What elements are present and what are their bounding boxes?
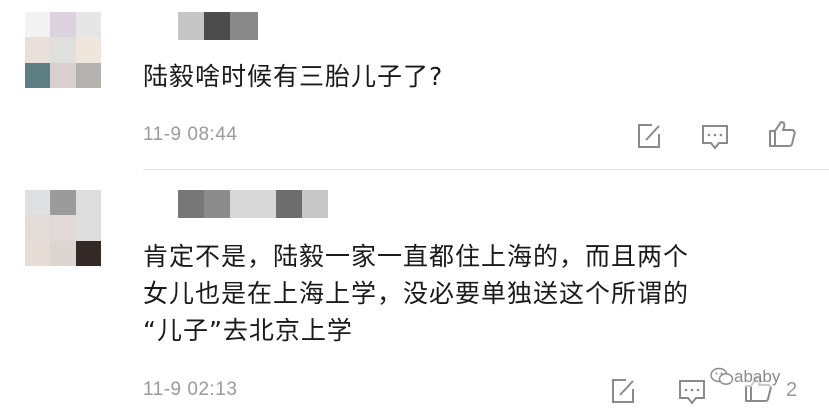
avatar-pixel [25,215,51,241]
reply-icon[interactable] [676,375,708,407]
like-icon[interactable] [766,118,798,150]
comment-timestamp: 11-9 02:13 [143,379,238,400]
avatar-pixel [50,190,76,216]
wechat-logo-icon [710,367,734,385]
avatar-pixel [25,37,51,63]
avatar-pixel [75,12,101,38]
reply-icon[interactable] [699,120,731,152]
username-blurred[interactable] [178,12,258,40]
avatar-pixel [50,215,76,241]
username-pixel [230,12,258,40]
avatar-pixel [75,240,101,266]
username-pixel [276,190,302,218]
avatar-pixel [75,37,101,63]
comment-item: 肯定不是，陆毅一家一直都住上海的，而且两个 女儿也是在上海上学，没必要单独送这个… [0,170,829,419]
avatar-pixel [50,240,76,266]
avatar-pixel [25,190,51,216]
avatar-pixel [50,62,76,88]
username-pixel [178,190,204,218]
comment-timestamp: 11-9 08:44 [143,124,238,145]
username-blurred[interactable] [178,190,328,218]
avatar-pixel [75,215,101,241]
username-pixel [230,190,276,218]
username-pixel [204,12,230,40]
comment-item: 陆毅啥时候有三胎儿子了? 11-9 08:44 [0,0,829,170]
edit-icon[interactable] [607,375,639,407]
avatar-pixel [25,240,51,266]
avatar-pixel [50,12,76,38]
username-pixel [302,190,328,218]
avatar-pixel [25,62,51,88]
comment-text: 肯定不是，陆毅一家一直都住上海的，而且两个 女儿也是在上海上学，没必要单独送这个… [143,242,690,345]
username-pixel [178,12,204,40]
watermark: ababy [706,367,785,387]
avatar-pixel [75,62,101,88]
edit-icon[interactable] [633,120,665,152]
avatar[interactable] [25,190,101,266]
avatar-pixel [75,190,101,216]
avatar-pixel [25,12,51,38]
like-count: 2 [786,379,798,401]
comment-text: 陆毅啥时候有三胎儿子了? [143,62,444,91]
avatar[interactable] [25,12,101,88]
avatar-pixel [50,37,76,63]
watermark-text: ababy [734,367,781,386]
username-pixel [204,190,230,218]
